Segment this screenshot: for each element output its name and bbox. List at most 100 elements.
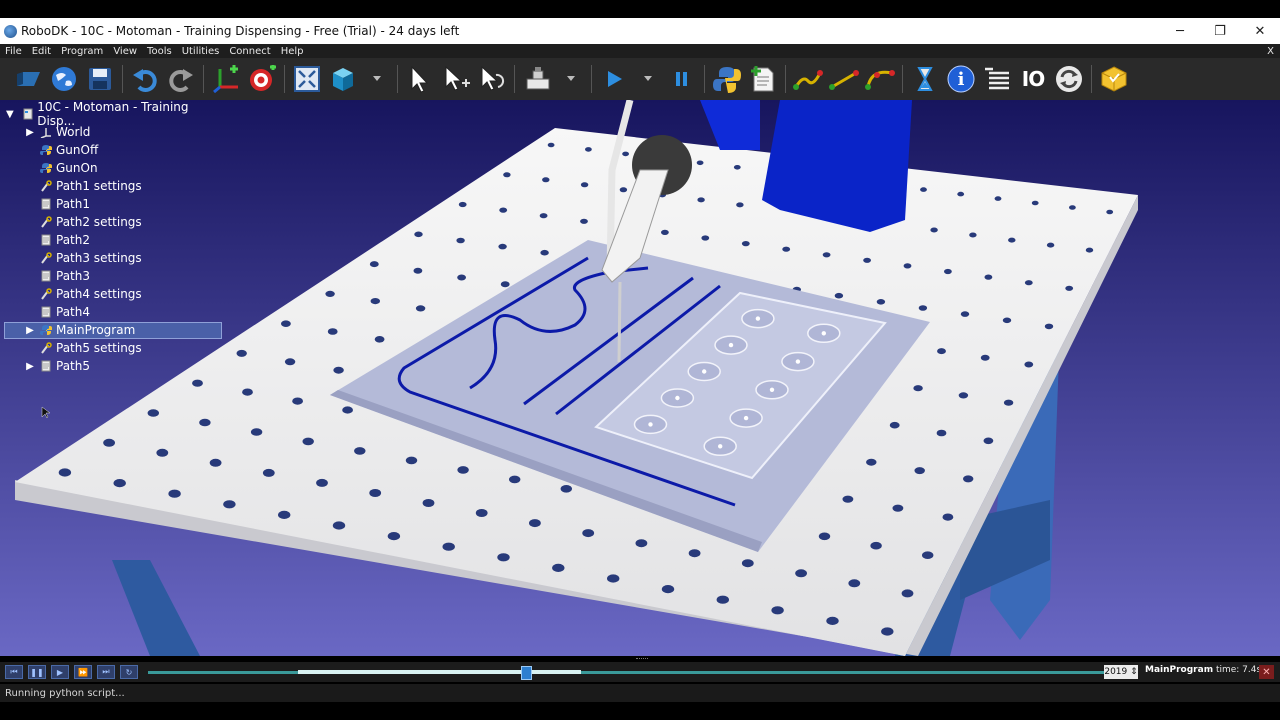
table-hole bbox=[957, 191, 965, 197]
redo-icon[interactable] bbox=[166, 64, 196, 94]
menu-file[interactable]: File bbox=[0, 46, 27, 57]
move-linear-icon[interactable] bbox=[829, 64, 859, 94]
tree-item-path4[interactable]: Path4 bbox=[4, 303, 224, 321]
tree-item-label: World bbox=[56, 125, 91, 139]
table-hole bbox=[863, 257, 871, 263]
skip-back-button[interactable]: ⏮ bbox=[5, 665, 23, 679]
run-icon[interactable] bbox=[599, 64, 629, 94]
add-tool-icon[interactable] bbox=[522, 64, 552, 94]
tree-item-path2-settings[interactable]: Path2 settings bbox=[4, 213, 224, 231]
pause-playback-button[interactable]: ❚❚ bbox=[28, 665, 46, 679]
select-move-icon[interactable] bbox=[441, 64, 471, 94]
table-hole bbox=[716, 595, 729, 604]
table-hole bbox=[866, 458, 877, 466]
tree-item-path5-settings[interactable]: Path5 settings bbox=[4, 339, 224, 357]
table-hole bbox=[980, 354, 990, 361]
pause-icon[interactable] bbox=[667, 64, 697, 94]
menu-help[interactable]: Help bbox=[276, 46, 309, 57]
toolbar-separator bbox=[785, 65, 786, 93]
wait-icon[interactable] bbox=[910, 64, 940, 94]
select-icon[interactable] bbox=[405, 64, 435, 94]
skip-forward-button[interactable]: ⏭ bbox=[97, 665, 115, 679]
tree-item-path1[interactable]: Path1 bbox=[4, 195, 224, 213]
refresh-icon[interactable] bbox=[1054, 64, 1084, 94]
robodk-app-icon bbox=[4, 24, 17, 38]
menu-close-button[interactable]: X bbox=[1267, 46, 1280, 57]
table-hole bbox=[870, 541, 882, 550]
add-program-icon[interactable] bbox=[748, 64, 778, 94]
table-hole bbox=[509, 475, 521, 484]
fit-all-icon[interactable] bbox=[292, 64, 322, 94]
tree-root[interactable]: ▼ 10C - Motoman - Training Disp... bbox=[4, 100, 224, 128]
stop-close-button[interactable]: ✕ bbox=[1259, 665, 1274, 679]
menu-utilities[interactable]: Utilities bbox=[177, 46, 225, 57]
menu-edit[interactable]: Edit bbox=[27, 46, 56, 57]
menu-tools[interactable]: Tools bbox=[142, 46, 177, 57]
document-icon bbox=[40, 270, 52, 282]
splitter-grip[interactable] bbox=[636, 658, 648, 661]
station-tree: ▼ 10C - Motoman - Training Disp... ▶ Worl… bbox=[4, 100, 224, 375]
tree-item-path2[interactable]: Path2 bbox=[4, 231, 224, 249]
menu-view[interactable]: View bbox=[108, 46, 142, 57]
restore-button[interactable]: ❐ bbox=[1200, 24, 1240, 39]
menu-connect[interactable]: Connect bbox=[224, 46, 275, 57]
timeline-handle[interactable] bbox=[520, 666, 532, 680]
chevron-down-icon[interactable] bbox=[558, 64, 584, 94]
tree-item-path3-settings[interactable]: Path3 settings bbox=[4, 249, 224, 267]
tree-item-label: Path2 settings bbox=[56, 215, 142, 229]
table-hole bbox=[199, 418, 211, 427]
package-icon[interactable] bbox=[1099, 64, 1129, 94]
expand-arrow-icon[interactable]: ▶ bbox=[24, 126, 36, 138]
python-icon[interactable] bbox=[712, 64, 742, 94]
program-time: MainProgram time: 7.4s bbox=[1145, 665, 1261, 675]
tree-item-world[interactable]: ▶ World bbox=[4, 123, 224, 141]
window-title: RoboDK - 10C - Motoman - Training Dispen… bbox=[21, 24, 460, 38]
web-library-icon[interactable] bbox=[49, 64, 79, 94]
tree-item-gunoff[interactable]: GunOff bbox=[4, 141, 224, 159]
io-icon[interactable]: IO bbox=[1018, 64, 1048, 94]
table-hole bbox=[1065, 285, 1074, 291]
list-icon[interactable] bbox=[982, 64, 1012, 94]
menu-program[interactable]: Program bbox=[56, 46, 108, 57]
tree-item-mainprogram[interactable]: ▶ MainProgram bbox=[4, 321, 224, 339]
timeline-track[interactable] bbox=[148, 671, 1104, 674]
station-icon bbox=[23, 108, 33, 120]
save-icon[interactable] bbox=[85, 64, 115, 94]
expand-arrow-icon[interactable]: ▶ bbox=[24, 360, 36, 372]
table-hole bbox=[325, 290, 335, 297]
undo-icon[interactable] bbox=[130, 64, 160, 94]
table-hole bbox=[236, 349, 247, 357]
tree-item-gunon[interactable]: GunOn bbox=[4, 159, 224, 177]
close-window-button[interactable]: ✕ bbox=[1240, 24, 1280, 39]
table-hole bbox=[58, 468, 72, 477]
info-icon[interactable]: i bbox=[946, 64, 976, 94]
table-hole bbox=[771, 606, 784, 615]
add-reference-frame-icon[interactable] bbox=[211, 64, 241, 94]
frame-field[interactable]: 2019 ⇕ bbox=[1104, 665, 1138, 679]
fast-forward-button[interactable]: ⏩ bbox=[74, 665, 92, 679]
move-circular-icon[interactable] bbox=[865, 64, 895, 94]
play-button[interactable]: ▶ bbox=[51, 665, 69, 679]
tree-item-path3[interactable]: Path3 bbox=[4, 267, 224, 285]
tree-item-path4-settings[interactable]: Path4 settings bbox=[4, 285, 224, 303]
tree-item-label: Path3 settings bbox=[56, 251, 142, 265]
table-hole bbox=[458, 201, 467, 208]
move-joint-icon[interactable] bbox=[793, 64, 823, 94]
expand-arrow-icon[interactable]: ▶ bbox=[24, 324, 36, 336]
select-rotate-icon[interactable] bbox=[477, 64, 507, 94]
open-icon[interactable] bbox=[13, 64, 43, 94]
table-hole bbox=[822, 252, 831, 258]
expand-arrow-icon[interactable]: ▼ bbox=[4, 108, 16, 120]
loop-button[interactable]: ↻ bbox=[120, 665, 138, 679]
chevron-down-icon[interactable] bbox=[635, 64, 661, 94]
table-hole bbox=[818, 532, 831, 541]
minimize-button[interactable]: ─ bbox=[1160, 24, 1200, 39]
isometric-view-icon[interactable] bbox=[328, 64, 358, 94]
chevron-down-icon[interactable] bbox=[364, 64, 390, 94]
add-target-icon[interactable] bbox=[247, 64, 277, 94]
tree-item-path5[interactable]: ▶ Path5 bbox=[4, 357, 224, 375]
tree-item-path1-settings[interactable]: Path1 settings bbox=[4, 177, 224, 195]
table-hole bbox=[415, 305, 426, 312]
